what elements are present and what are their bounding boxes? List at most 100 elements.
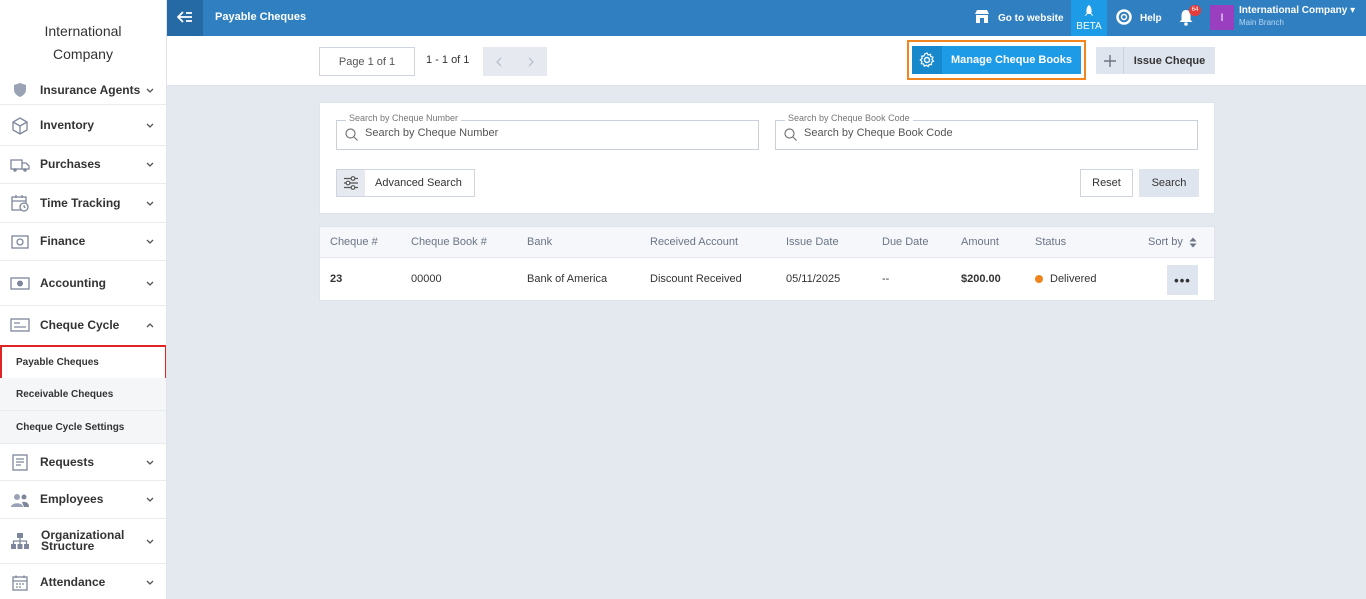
sidebar-item-purchases[interactable]: Purchases — [0, 146, 166, 184]
people-icon — [10, 491, 30, 509]
sidebar-item-attendance[interactable]: Attendance — [0, 564, 166, 599]
issue-cheque-label: Issue Cheque — [1133, 54, 1206, 67]
sidebar-sub-item-cheque-cycle-settings[interactable]: Cheque Cycle Settings — [0, 411, 166, 444]
sidebar-item-label: Cheque Cycle — [40, 317, 120, 332]
sidebar-item-label: Requests — [40, 454, 95, 469]
cheque-book-code-input[interactable] — [804, 127, 1184, 139]
rocket-icon — [1083, 4, 1095, 21]
box-icon — [10, 116, 30, 135]
status-badge: Delivered — [1035, 273, 1096, 285]
status-label: Delivered — [1050, 273, 1097, 285]
sidebar-item-cheque-cycle[interactable]: Cheque Cycle — [0, 306, 166, 344]
sidebar-item-label: Finance — [40, 234, 86, 248]
chevron-down-icon — [145, 497, 155, 502]
sidebar-item-finance[interactable]: Finance — [0, 223, 166, 261]
safe-icon — [10, 233, 30, 251]
manage-cheque-books-label: Manage Cheque Books — [950, 54, 1073, 66]
sidebar-sub-item-payable-cheques[interactable]: Payable Cheques — [0, 345, 166, 380]
company-name: International Company — [1239, 5, 1348, 16]
table-header: Cheque # Cheque Book # Bank Received Acc… — [320, 227, 1214, 258]
cheque-number-input[interactable] — [365, 127, 745, 139]
beta-label: BETA — [1076, 21, 1102, 32]
status-dot — [1035, 275, 1043, 283]
notification-badge: 64 — [1189, 5, 1201, 16]
company-logo[interactable]: International Company — [0, 0, 166, 83]
sidebar-item-inventory[interactable]: Inventory — [0, 106, 166, 146]
search-button[interactable]: Search — [1139, 169, 1199, 197]
chevron-down-icon — [145, 88, 155, 93]
sidebar-item-label: Accounting — [40, 276, 106, 290]
sidebar-item-time-tracking[interactable]: Time Tracking — [0, 184, 166, 223]
column-header-status[interactable]: Status — [1035, 236, 1066, 248]
sidebar-item-requests[interactable]: Requests — [0, 444, 166, 481]
store-icon — [974, 9, 990, 27]
issue-cheque-button[interactable]: Issue Cheque — [1096, 47, 1215, 74]
logo-line-1: International — [44, 22, 122, 39]
chevron-right-icon — [528, 57, 534, 66]
calendar-clock-icon — [10, 194, 30, 212]
sidebar-item-organizational-structure[interactable]: Organizational Structure — [0, 519, 166, 564]
page-selector[interactable]: Page 1 of 1 — [319, 47, 415, 76]
column-header-bank[interactable]: Bank — [527, 236, 552, 248]
sidebar-item-insurance-agents[interactable]: Insurance Agents — [0, 76, 166, 105]
sidebar-item-label: Employees — [40, 492, 104, 506]
chevron-down-icon — [145, 123, 155, 128]
shield-icon — [10, 81, 30, 99]
cell-bank: Bank of America — [527, 273, 608, 285]
next-page-button[interactable] — [515, 47, 547, 76]
sidebar-item-label: Inventory — [40, 118, 95, 132]
go-to-website-link[interactable]: Go to website — [974, 9, 1064, 27]
pagination — [483, 47, 547, 76]
sub-item-label: Payable Cheques — [16, 357, 99, 368]
sort-icon — [1189, 237, 1197, 247]
column-header-cheque-number[interactable]: Cheque # — [330, 236, 378, 248]
sidebar-item-label: Organizational Structure — [41, 529, 145, 553]
cell-received-account: Discount Received — [650, 273, 742, 285]
chevron-up-icon — [145, 322, 155, 328]
column-header-due-date[interactable]: Due Date — [882, 236, 928, 248]
cell-issue-date: 05/11/2025 — [786, 273, 841, 285]
collapse-sidebar-button[interactable] — [167, 0, 203, 36]
search-icon — [345, 128, 358, 144]
sort-by-button[interactable]: Sort by — [1148, 236, 1197, 248]
money-icon — [10, 275, 30, 293]
sub-item-label: Cheque Cycle Settings — [16, 421, 125, 433]
label-line-2: Structure — [41, 539, 95, 553]
calendar-icon — [10, 574, 30, 592]
toolbar: Page 1 of 1 1 - 1 of 1 Manage Cheque Boo… — [167, 36, 1366, 86]
previous-page-button[interactable] — [483, 47, 515, 76]
notifications-button[interactable]: 64 — [1178, 5, 1201, 29]
advanced-search-button[interactable]: Advanced Search — [336, 169, 475, 197]
go-to-website-label: Go to website — [998, 12, 1064, 24]
logo-line-2: Company — [53, 45, 113, 62]
column-header-received-account[interactable]: Received Account — [650, 236, 738, 248]
bell-icon — [1178, 10, 1194, 29]
row-actions-button[interactable]: ••• — [1167, 265, 1198, 295]
reset-button[interactable]: Reset — [1080, 169, 1133, 197]
company-switcher[interactable]: I International Company ▾ Main Branch — [1210, 5, 1355, 30]
record-count: 1 - 1 of 1 — [426, 54, 470, 66]
clipboard-icon — [10, 453, 30, 471]
sidebar-sub-item-receivable-cheques[interactable]: Receivable Cheques — [0, 378, 166, 411]
cheque-book-code-label: Search by Cheque Book Code — [785, 113, 913, 123]
chevron-down-icon — [145, 239, 155, 244]
search-panel: Search by Cheque Number Search by Cheque… — [319, 102, 1215, 214]
column-header-issue-date[interactable]: Issue Date — [786, 236, 839, 248]
chevron-down-icon — [145, 201, 155, 206]
beta-button[interactable]: BETA — [1071, 0, 1107, 36]
cell-amount: $200.00 — [961, 273, 1001, 285]
cell-cheque-number: 23 — [330, 273, 343, 285]
column-header-cheque-book-number[interactable]: Cheque Book # — [411, 236, 487, 248]
cheque-icon — [10, 316, 30, 334]
chevron-down-icon — [145, 460, 155, 465]
top-bar: Payable Cheques Go to website BETA Help … — [167, 0, 1366, 36]
sidebar-item-employees[interactable]: Employees — [0, 481, 166, 519]
help-link[interactable]: Help — [1116, 9, 1162, 28]
sort-by-label: Sort by — [1148, 236, 1183, 248]
sidebar-item-accounting[interactable]: Accounting — [0, 262, 166, 306]
manage-cheque-books-button[interactable]: Manage Cheque Books — [912, 46, 1081, 74]
org-chart-icon — [10, 532, 30, 550]
truck-icon — [10, 156, 30, 174]
plus-icon — [1096, 47, 1124, 74]
column-header-amount[interactable]: Amount — [961, 236, 999, 248]
